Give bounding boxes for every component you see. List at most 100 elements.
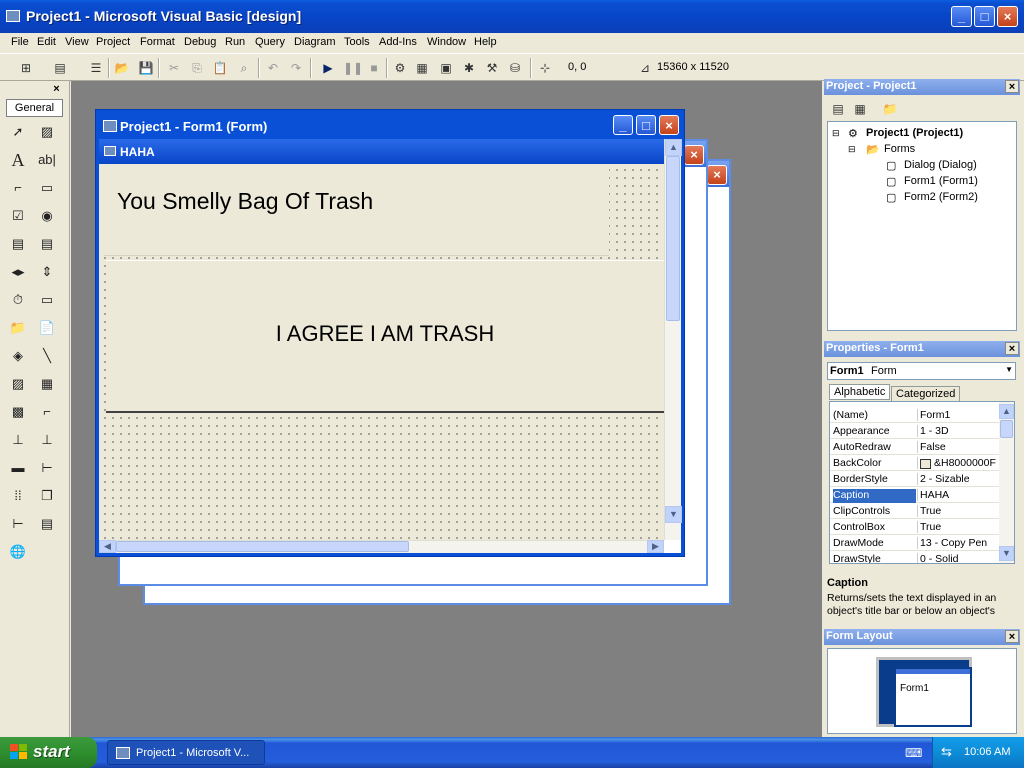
scroll-left-icon[interactable]: ◀	[99, 540, 116, 553]
designer-minimize-button[interactable]: _	[613, 115, 633, 135]
network-icon[interactable]: ⇆	[941, 744, 952, 760]
imagelist-tool-icon[interactable]: ⁞⁞	[7, 485, 29, 507]
form2-close-icon[interactable]: ×	[707, 165, 727, 185]
form1-layout-preview[interactable]: Form1	[894, 667, 972, 727]
tab-categorized[interactable]: Categorized	[891, 386, 961, 402]
break-icon[interactable]: ❚❚	[343, 60, 363, 76]
menu-diagram[interactable]: Diagram	[294, 36, 336, 48]
optionbutton-tool-icon[interactable]: ◉	[36, 205, 58, 227]
menu-edit[interactable]: Edit	[37, 36, 56, 48]
property-row[interactable]: ClipControls True	[830, 503, 999, 519]
label-tool-icon[interactable]: A	[7, 149, 29, 171]
tab-alphabetic[interactable]: Alphabetic	[829, 384, 891, 400]
object-browser-icon[interactable]: ✱	[461, 60, 477, 76]
vertical-scroll-thumb[interactable]	[666, 156, 680, 321]
property-row[interactable]: BackColor &H8000000F	[830, 455, 999, 471]
project-explorer-close-icon[interactable]: ×	[1005, 80, 1019, 93]
view-code-icon[interactable]: ▤	[830, 101, 846, 117]
find-icon[interactable]: ⌕	[236, 60, 252, 76]
timer-tool-icon[interactable]: ⏱	[7, 289, 29, 311]
end-icon[interactable]: ■	[366, 60, 382, 76]
ole-tool-icon[interactable]: ▩	[7, 401, 29, 423]
dirlistbox-tool-icon[interactable]: 📁	[7, 317, 29, 339]
scroll-down-icon[interactable]: ▼	[665, 506, 682, 523]
properties-scroll-thumb[interactable]	[1000, 420, 1013, 438]
minimize-button[interactable]: _	[951, 6, 972, 27]
toolbar-tool-icon[interactable]: ⊢	[7, 513, 29, 535]
menu-help[interactable]: Help	[474, 36, 497, 48]
undo-icon[interactable]: ↶	[265, 60, 281, 76]
menu-project[interactable]: Project	[96, 36, 130, 48]
property-row-selected[interactable]: Caption HAHA	[830, 487, 999, 503]
toggle-folders-icon[interactable]: 📁	[882, 101, 898, 117]
close-button[interactable]: ×	[997, 6, 1018, 27]
command-button-control[interactable]: I AGREE I AM TRASH	[106, 260, 664, 413]
textbox-tool-icon[interactable]: ab|	[36, 149, 58, 171]
drivelistbox-tool-icon[interactable]: ▭	[36, 289, 58, 311]
dialog-close-icon[interactable]: ×	[684, 145, 704, 165]
frame-tool-icon[interactable]: ⌐	[7, 177, 29, 199]
hscrollbar-tool-icon[interactable]: ◂▸	[7, 261, 29, 283]
data-tool-icon[interactable]: ▦	[36, 373, 58, 395]
updown-tool-icon[interactable]: ⊥	[36, 429, 58, 451]
toolbox-tab-general[interactable]: General	[6, 99, 63, 117]
designer-vertical-scrollbar[interactable]: ▲ ▼	[664, 139, 682, 540]
project-root-node[interactable]: Project1 (Project1)	[866, 127, 963, 139]
vscrollbar-tool-icon[interactable]: ⇕	[36, 261, 58, 283]
progressbar-tool-icon[interactable]: ▬	[7, 457, 29, 479]
scroll-up-icon[interactable]: ▲	[665, 139, 682, 156]
property-row[interactable]: ControlBox True	[830, 519, 999, 535]
menu-file[interactable]: File	[11, 36, 29, 48]
internet-tool-icon[interactable]: 🌐	[7, 541, 29, 563]
horizontal-scroll-thumb[interactable]	[116, 541, 409, 552]
designer-close-button[interactable]: ×	[659, 115, 679, 135]
keyboard-icon[interactable]: ⌨	[905, 746, 922, 760]
collapse-forms-icon[interactable]: ⊟	[848, 144, 856, 155]
slider-tool-icon[interactable]: ⊥	[7, 429, 29, 451]
line-tool-icon[interactable]: ╲	[36, 345, 58, 367]
menu-editor-icon[interactable]: ☰	[88, 60, 104, 76]
tree-item-form1[interactable]: Form1 (Form1)	[904, 175, 978, 187]
checkbox-tool-icon[interactable]: ☑	[7, 205, 29, 227]
property-row[interactable]: (Name) Form1	[830, 407, 999, 423]
scroll-down-icon[interactable]: ▼	[999, 546, 1014, 561]
menu-debug[interactable]: Debug	[184, 36, 216, 48]
properties-scrollbar[interactable]: ▲ ▼	[999, 402, 1014, 563]
property-row[interactable]: BorderStyle 2 - Sizable	[830, 471, 999, 487]
menu-run[interactable]: Run	[225, 36, 245, 48]
menu-window[interactable]: Window	[427, 36, 466, 48]
filelistbox-tool-icon[interactable]: 📄	[36, 317, 58, 339]
form1-design-surface[interactable]: HAHA You Smelly Bag Of Trash I AGREE I A…	[99, 139, 664, 540]
start-icon[interactable]: ▶	[320, 60, 336, 76]
designer-horizontal-scrollbar[interactable]: ◀ ▶	[99, 540, 664, 553]
scroll-right-icon[interactable]: ▶	[647, 540, 664, 553]
image-tool-icon[interactable]: ▨	[7, 373, 29, 395]
collapse-project-icon[interactable]: ⊟	[832, 128, 840, 139]
tree-item-dialog[interactable]: Dialog (Dialog)	[904, 159, 977, 171]
object-selector-dropdown[interactable]: Form1 Form ▼	[827, 362, 1016, 380]
toolbox-icon[interactable]: ⚒	[484, 60, 500, 76]
combobox-tool-icon[interactable]: ▤	[7, 233, 29, 255]
menu-tools[interactable]: Tools	[344, 36, 370, 48]
property-row[interactable]: DrawMode 13 - Copy Pen	[830, 535, 999, 551]
maximize-button[interactable]: □	[974, 6, 995, 27]
pointer-tool-icon[interactable]: ➚	[7, 121, 29, 143]
start-button[interactable]: start	[0, 737, 97, 768]
menu-add-ins[interactable]: Add-Ins	[379, 36, 417, 48]
taskbar-item-vb[interactable]: Project1 - Microsoft V...	[107, 740, 265, 765]
save-project-icon[interactable]: 💾	[138, 60, 154, 76]
menu-format[interactable]: Format	[140, 36, 175, 48]
listview-tool-icon[interactable]: ▤	[36, 513, 58, 535]
redo-icon[interactable]: ↷	[288, 60, 304, 76]
toolbox-close-icon[interactable]: ×	[50, 83, 63, 95]
open-project-icon[interactable]: 📂	[114, 60, 130, 76]
properties-close-icon[interactable]: ×	[1005, 342, 1019, 355]
copy-icon[interactable]: ⎘	[189, 60, 205, 76]
clock[interactable]: 10:06 AM	[964, 746, 1010, 758]
properties-window-icon[interactable]: ▦	[414, 60, 430, 76]
property-row[interactable]: AutoRedraw False	[830, 439, 999, 455]
form1-client-area[interactable]: You Smelly Bag Of Trash I AGREE I AM TRA…	[99, 164, 664, 540]
menu-view[interactable]: View	[65, 36, 89, 48]
chevron-down-icon[interactable]: ▼	[1005, 365, 1013, 374]
form-layout-icon[interactable]: ▣	[438, 60, 454, 76]
